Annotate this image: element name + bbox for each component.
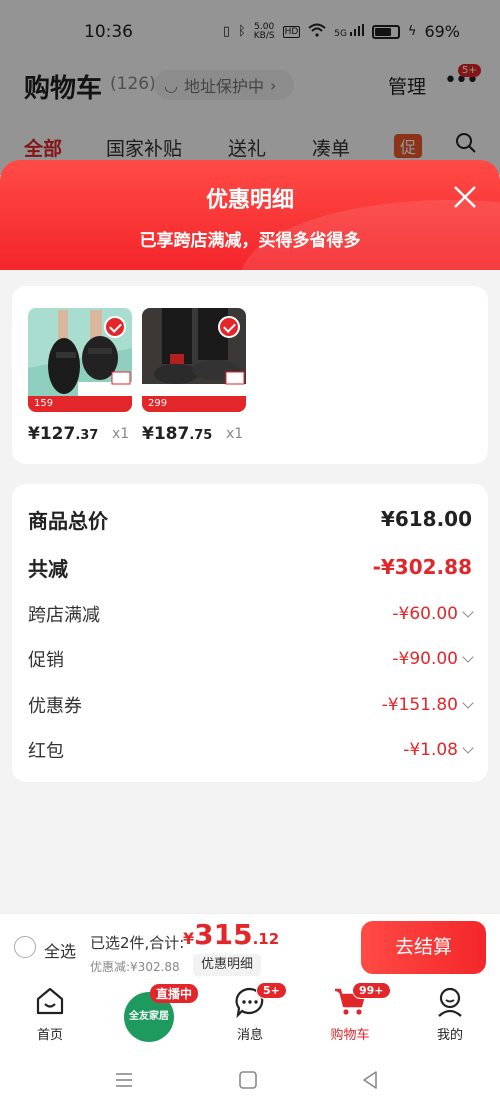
discount-amount-text: 优惠减:¥302.88 (90, 960, 180, 974)
summary-item-red-packet[interactable]: 红包 -¥1.08 (28, 735, 474, 765)
tab-home-label: 首页 (36, 1028, 63, 1043)
summary-total-value: ¥618.00 (380, 507, 472, 531)
discount-detail-button[interactable]: 优惠明细 (193, 954, 262, 976)
summary-item-value: -¥90.00 (392, 649, 474, 669)
select-all-radio[interactable] (14, 936, 36, 958)
tab-mine[interactable]: 我的 (410, 986, 490, 1043)
select-all-label[interactable]: 全选 (44, 938, 76, 962)
summary-item-cross-store[interactable]: 跨店满减 -¥60.00 (28, 599, 474, 629)
total-price: ¥315.12 (183, 918, 280, 951)
close-icon[interactable] (452, 184, 478, 210)
product-checked-icon (218, 316, 240, 338)
summary-item-label: 促销 (28, 650, 64, 671)
system-navigation-bar (0, 1050, 500, 1111)
product-quantity: x1 (112, 426, 130, 442)
discount-sheet-header: 优惠明细 已享跨店满减，买得多省得多 (0, 160, 500, 272)
tab-home[interactable]: 首页 (10, 986, 90, 1043)
product-price: ¥127.37 (28, 424, 99, 444)
messages-badge: 5+ (256, 982, 287, 999)
selected-count-text: 已选2件,合计: (90, 934, 185, 952)
tab-messages-label: 消息 (236, 1028, 263, 1043)
discount-sheet-body: 159 ¥127.37 x1 299 ¥187.75 x1 商品总价 ¥618.… (0, 270, 500, 913)
product-tag-price: 159 (28, 396, 132, 412)
home-icon (36, 987, 64, 1015)
chevron-down-icon (462, 651, 474, 663)
summary-reduce-value: -¥302.88 (372, 555, 472, 579)
summary-total-row: 商品总价 ¥618.00 (28, 504, 472, 534)
summary-total-label: 商品总价 (28, 508, 108, 533)
modal-dim-overlay[interactable] (0, 0, 500, 175)
sheet-subtitle: 已享跨店满减，买得多省得多 (139, 231, 361, 251)
summary-reduce-label: 共减 (28, 556, 68, 581)
summary-item-coupon[interactable]: 优惠券 -¥151.80 (28, 690, 474, 720)
product-price: ¥187.75 (142, 424, 213, 444)
cart-badge: 99+ (352, 982, 391, 999)
chevron-down-icon (462, 606, 474, 618)
checkout-bar: 全选 已选2件,合计: ¥315.12 优惠减:¥302.88 优惠明细 去结算 (0, 913, 500, 980)
price-summary-card: 商品总价 ¥618.00 共减 -¥302.88 跨店满减 -¥60.00 促销… (12, 484, 488, 782)
checkout-button[interactable]: 去结算 (361, 921, 486, 974)
live-badge: 直播中 (150, 984, 199, 1003)
summary-reduce-row: 共减 -¥302.88 (28, 552, 472, 582)
product-tag-price: 299 (142, 396, 246, 412)
product-image-sandals: 159 (28, 308, 132, 412)
summary-item-promotion[interactable]: 促销 -¥90.00 (28, 644, 474, 674)
tab-messages[interactable]: 5+ 消息 (210, 982, 290, 1043)
summary-item-value: -¥60.00 (392, 604, 474, 624)
home-square-icon[interactable] (238, 1070, 258, 1090)
profile-icon (438, 987, 462, 1017)
summary-item-value: -¥1.08 (403, 740, 474, 760)
summary-item-label: 跨店满减 (28, 605, 100, 626)
tab-cart-label: 购物车 (330, 1028, 370, 1043)
bottom-tab-bar: 首页 直播中 全友家居 5+ 消息 99+ 购物车 我的 (0, 980, 500, 1050)
selected-products-card: 159 ¥127.37 x1 299 ¥187.75 x1 (12, 286, 488, 464)
product-quantity: x1 (226, 426, 244, 442)
menu-icon[interactable] (114, 1070, 134, 1090)
summary-item-value: -¥151.80 (382, 695, 474, 715)
product-checked-icon (104, 316, 126, 338)
tab-cart[interactable]: 99+ 购物车 (310, 982, 391, 1043)
sheet-title: 优惠明细 (205, 188, 294, 213)
summary-item-label: 红包 (28, 741, 64, 762)
chevron-down-icon (462, 742, 474, 754)
back-icon[interactable] (360, 1070, 380, 1090)
product-image-shoes: 299 (142, 308, 246, 412)
summary-item-label: 优惠券 (28, 696, 82, 717)
tab-mine-label: 我的 (436, 1028, 463, 1043)
chevron-down-icon (462, 697, 474, 709)
